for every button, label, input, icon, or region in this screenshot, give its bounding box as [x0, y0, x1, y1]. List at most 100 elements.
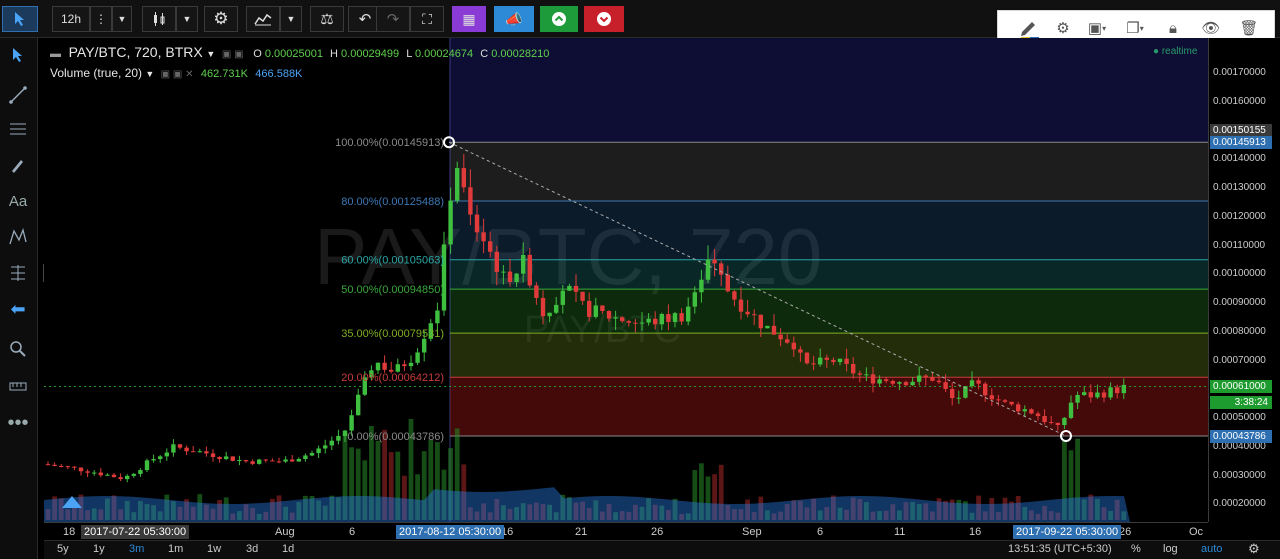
candle-body — [494, 251, 499, 272]
chevron-down-icon[interactable]: ▼ — [145, 69, 154, 79]
candle-body — [435, 310, 440, 324]
candle-body — [567, 285, 572, 291]
candle-body — [276, 461, 282, 463]
measure-icon[interactable] — [5, 372, 31, 398]
left-tool-sidebar: Aa ⬅ ••• — [0, 38, 38, 559]
brush-icon[interactable] — [5, 152, 31, 178]
symbol-label[interactable]: PAY/BTC, 720, BTRX — [69, 44, 203, 60]
collapse-legend-icon[interactable]: ▬ — [50, 48, 61, 60]
candle-body — [785, 339, 790, 343]
candle-body — [600, 305, 605, 312]
cursor-icon[interactable] — [5, 42, 31, 68]
arrow-left-icon[interactable]: ⬅ — [5, 296, 31, 322]
cursor-tool-button[interactable] — [2, 6, 38, 32]
candle-body — [402, 364, 407, 367]
candle-body — [1035, 413, 1041, 417]
candle-body — [197, 451, 202, 453]
indicators-button[interactable] — [246, 6, 280, 32]
compare-button[interactable]: ⚖ — [310, 6, 344, 32]
chart-pane[interactable]: PAY/BTC, 720 PAY/BTC 100.00%(0.00145913)… — [44, 38, 1208, 522]
candle-body — [1108, 387, 1113, 398]
candle-body — [415, 352, 420, 363]
range-3d[interactable]: 3d — [246, 543, 258, 555]
range-5y[interactable]: 5y — [57, 543, 69, 555]
candle-body — [98, 472, 103, 476]
candle-body — [606, 311, 612, 319]
time-axis-label: 11 — [894, 526, 906, 538]
buy-button[interactable] — [540, 6, 578, 32]
candle-body — [144, 460, 150, 471]
range-3m[interactable]: 3m — [129, 543, 144, 555]
horizontal-lines-icon[interactable] — [5, 116, 31, 142]
candle-body — [897, 382, 902, 384]
fib-extension-band — [450, 38, 1208, 143]
chart-type-button[interactable] — [142, 6, 176, 32]
candle-body — [448, 200, 453, 245]
more-button[interactable]: ⋮ — [90, 6, 112, 32]
sell-button[interactable] — [584, 6, 624, 32]
pattern-icon[interactable] — [5, 224, 31, 250]
symbol-legend: ▬ PAY/BTC, 720, BTRX ▼ ▣ ▣ O 0.00025001 … — [50, 44, 549, 60]
candle-body — [85, 471, 90, 473]
candle-body — [1121, 384, 1126, 394]
candle-body — [1082, 392, 1087, 396]
cube-button[interactable]: ▦ — [452, 6, 486, 32]
chevron-down-icon[interactable]: ▼ — [206, 49, 215, 59]
auto-toggle[interactable]: auto — [1201, 543, 1222, 555]
candle-body — [111, 474, 117, 478]
candle-body — [639, 322, 645, 324]
trendline-icon[interactable] — [5, 82, 31, 108]
zoom-icon[interactable] — [5, 336, 31, 362]
gear-icon[interactable]: ⚙ — [1248, 541, 1260, 557]
volume-label[interactable]: Volume (true, 20) — [50, 66, 142, 80]
candle-body — [752, 314, 757, 316]
redo-button[interactable]: ↷ — [376, 6, 410, 32]
candle-body — [877, 379, 882, 384]
time-axis-label: Oc — [1189, 526, 1204, 538]
candle-body — [323, 445, 328, 449]
percent-toggle[interactable]: % — [1131, 543, 1141, 555]
candle-body — [521, 254, 526, 274]
time-axis[interactable]: Oc 26 16 11 6 Sep 26 21 16 6 Aug 18 2017-07-22 05:3… — [44, 522, 1208, 540]
fib-label: 20.00%(0.00064212) — [341, 372, 444, 384]
candle-body — [798, 349, 803, 353]
indicators-dropdown[interactable]: ▼ — [280, 6, 302, 32]
indicators-icon — [254, 13, 272, 26]
megaphone-icon: 📣 — [505, 10, 523, 27]
price-tag-fib100: 0.00145913 — [1210, 136, 1272, 149]
chart-type-dropdown[interactable]: ▼ — [176, 6, 198, 32]
candle-body — [771, 325, 777, 335]
volume-controls-icon[interactable]: ▣ ▣ ✕ — [161, 69, 194, 80]
chevron-down-icon: ▼ — [117, 14, 127, 24]
range-1m[interactable]: 1m — [168, 543, 183, 555]
candle-body — [923, 375, 928, 378]
settings-small-icon[interactable]: ▣ ▣ — [222, 49, 244, 60]
log-toggle[interactable]: log — [1163, 543, 1178, 555]
candlestick-chart[interactable]: PAY/BTC, 720 PAY/BTC 100.00%(0.00145913)… — [44, 38, 1208, 522]
high-label: H — [330, 48, 338, 60]
fib-label: 100.00%(0.00145913) — [335, 137, 444, 149]
price-axis-label: 0.00030000 — [1213, 469, 1266, 481]
interval-dropdown[interactable]: ▼ — [112, 6, 132, 32]
arrow-down-icon — [597, 12, 611, 26]
candle-body — [540, 297, 546, 317]
range-1y[interactable]: 1y — [93, 543, 105, 555]
close-label: C — [480, 48, 489, 60]
range-1w[interactable]: 1w — [207, 543, 221, 555]
text-icon[interactable]: Aa — [5, 188, 31, 214]
more-icon[interactable]: ••• — [5, 410, 31, 436]
candle-body — [1075, 395, 1080, 403]
publish-button[interactable]: 📣 — [494, 6, 534, 32]
fib-icon[interactable] — [5, 260, 31, 286]
countdown-tag: 3:38:24 — [1210, 396, 1272, 409]
candle-body — [672, 313, 678, 322]
fullscreen-button[interactable]: ⛶ — [410, 6, 444, 32]
candle-body — [989, 395, 994, 400]
candle-body — [560, 290, 565, 305]
interval-button[interactable]: 12h — [52, 6, 90, 32]
price-axis[interactable]: 0.00170000 0.00160000 0.00140000 0.00130000… — [1208, 38, 1280, 522]
candle-body — [659, 314, 664, 325]
candle-body — [864, 374, 869, 376]
range-1d[interactable]: 1d — [282, 543, 294, 555]
settings-button[interactable]: ⚙ — [204, 6, 238, 32]
